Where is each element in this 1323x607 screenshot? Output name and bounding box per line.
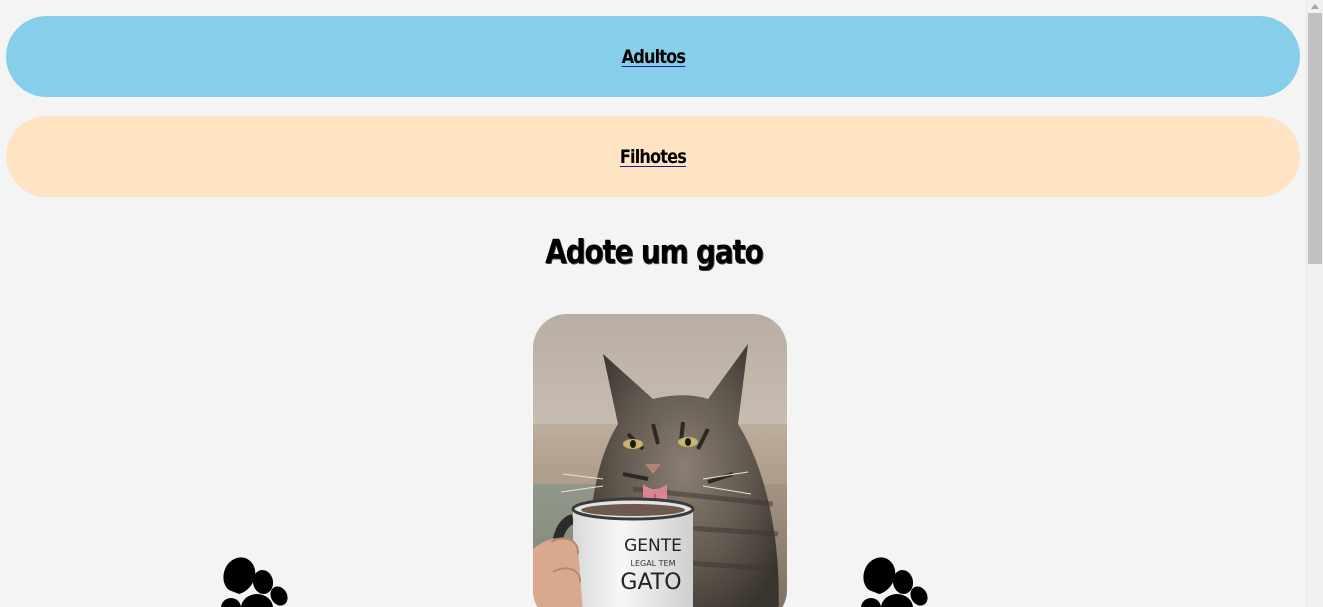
- mug-line-2: LEGAL TEM: [630, 559, 675, 568]
- adultos-link[interactable]: Adultos: [621, 46, 685, 68]
- scroll-up-arrow-icon[interactable]: [1307, 0, 1323, 13]
- paw-icon: [221, 557, 288, 607]
- mug-line-3: GATO: [620, 570, 681, 595]
- scrollbar-thumb[interactable]: [1308, 13, 1322, 264]
- nav-pill-adultos: Adultos: [6, 16, 1300, 97]
- cat-photo-illustration: GENTE LEGAL TEM GATO: [533, 314, 787, 607]
- page-title: Adote um gato: [0, 232, 1307, 271]
- paw-icon: [861, 557, 928, 607]
- page: Adultos Filhotes Adote um gato GENTE LEG…: [0, 0, 1307, 607]
- vertical-scrollbar[interactable]: [1306, 0, 1323, 607]
- page-title-text: Adote um gato: [544, 232, 764, 271]
- nav-pill-filhotes: Filhotes: [6, 116, 1300, 197]
- filhotes-link[interactable]: Filhotes: [620, 146, 687, 168]
- cat-photo: GENTE LEGAL TEM GATO: [533, 314, 787, 607]
- mug-line-1: GENTE: [624, 536, 682, 556]
